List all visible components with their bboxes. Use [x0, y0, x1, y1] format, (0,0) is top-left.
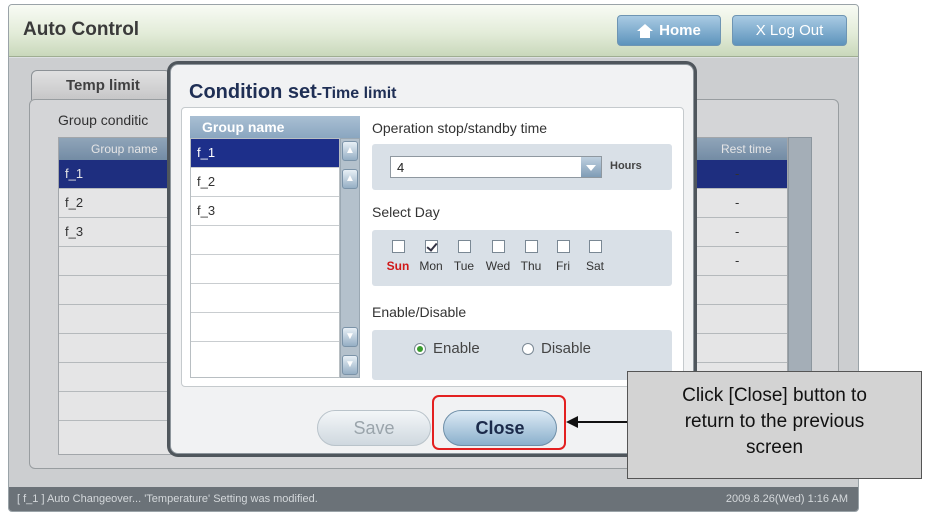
list-item [191, 313, 339, 342]
list-item[interactable]: f_1 [191, 139, 339, 168]
day-label: Thu [520, 259, 542, 273]
list-item [191, 255, 339, 284]
day-thu[interactable]: Thu [514, 240, 548, 273]
group-list: f_1 f_2 f_3 [190, 138, 340, 378]
callout-arrow [577, 421, 627, 423]
logout-button[interactable]: X Log Out [732, 15, 847, 46]
day-mon[interactable]: Mon [414, 240, 448, 273]
day-label: Sat [585, 259, 604, 273]
status-message: [ f_1 ] Auto Changeover... 'Temperature'… [17, 493, 318, 505]
condition-set-dialog: Condition set-Time limit Group name f_1 … [170, 64, 694, 454]
callout-line-1: Click [Close] button to [682, 385, 867, 406]
status-datetime: 2009.8.26(Wed) 1:16 AM [725, 493, 848, 505]
close-highlight [432, 395, 566, 450]
app-title: Auto Control [23, 19, 140, 40]
chevron-down-icon[interactable] [581, 157, 601, 177]
enable-label: Enable/Disable [372, 304, 467, 320]
day-label: Tue [453, 259, 475, 273]
list-item [191, 342, 339, 371]
day-label: Fri [556, 259, 570, 273]
save-button[interactable]: Save [317, 410, 431, 446]
home-icon [637, 23, 654, 38]
callout-line-3: screen [745, 437, 804, 458]
day-label: Mon [419, 259, 443, 273]
scroll-bottom-icon[interactable]: ▼ [342, 355, 358, 375]
scroll-top-icon[interactable]: ▲ [342, 141, 358, 161]
op-time-select[interactable]: 4 [390, 156, 602, 178]
checkbox-fri[interactable] [556, 240, 570, 253]
checkbox-sat[interactable] [588, 240, 602, 253]
callout-box: Click [Close] button to return to the pr… [627, 371, 922, 479]
status-bar: [ f_1 ] Auto Changeover... 'Temperature'… [9, 487, 858, 511]
day-sun[interactable]: Sun [381, 240, 415, 273]
dialog-title-text: Condition set [189, 81, 317, 103]
group-list-header: Group name [190, 116, 360, 138]
arrow-left-icon [566, 416, 578, 428]
checkbox-tue[interactable] [457, 240, 471, 253]
day-tue[interactable]: Tue [447, 240, 481, 273]
disable-option[interactable]: Disable [522, 340, 591, 357]
disable-option-label: Disable [541, 340, 592, 357]
day-label: Wed [485, 259, 511, 273]
day-box: Sun Mon Tue Wed Thu Fri Sat [372, 230, 672, 286]
home-button[interactable]: Home [617, 15, 721, 46]
op-time-label: Operation stop/standby time [372, 120, 548, 136]
list-item [191, 284, 339, 313]
dialog-title: Condition set-Time limit [189, 81, 396, 104]
checkbox-sun[interactable] [391, 240, 405, 253]
op-time-box: 4 Hours [372, 144, 672, 190]
day-sat[interactable]: Sat [578, 240, 612, 273]
callout-line-2: return to the previous [684, 411, 865, 432]
scroll-up-icon[interactable]: ▲ [342, 169, 358, 189]
group-list-scrollbar[interactable]: ▲ ▲ ▼ ▼ [340, 138, 360, 378]
op-time-value: 4 [397, 160, 405, 175]
dialog-body: Group name f_1 f_2 f_3 ▲ ▲ ▼ ▼ Operation… [181, 107, 684, 387]
day-label: Sun [386, 259, 410, 273]
select-day-label: Select Day [372, 204, 440, 220]
checkbox-wed[interactable] [491, 240, 505, 253]
day-wed[interactable]: Wed [481, 240, 515, 273]
home-label: Home [659, 22, 701, 39]
enable-radio[interactable] [414, 342, 426, 355]
enable-option[interactable]: Enable [414, 340, 480, 357]
checkbox-thu[interactable] [524, 240, 538, 253]
enable-option-label: Enable [433, 340, 480, 357]
dialog-subtitle: -Time limit [316, 85, 397, 102]
day-fri[interactable]: Fri [546, 240, 580, 273]
checkbox-mon[interactable] [424, 240, 438, 253]
scroll-down-icon[interactable]: ▼ [342, 327, 358, 347]
list-item [191, 226, 339, 255]
disable-radio[interactable] [522, 342, 534, 355]
list-item[interactable]: f_3 [191, 197, 339, 226]
list-item[interactable]: f_2 [191, 168, 339, 197]
title-bar: Auto Control Home X Log Out [9, 5, 858, 57]
op-time-unit: Hours [610, 160, 642, 172]
